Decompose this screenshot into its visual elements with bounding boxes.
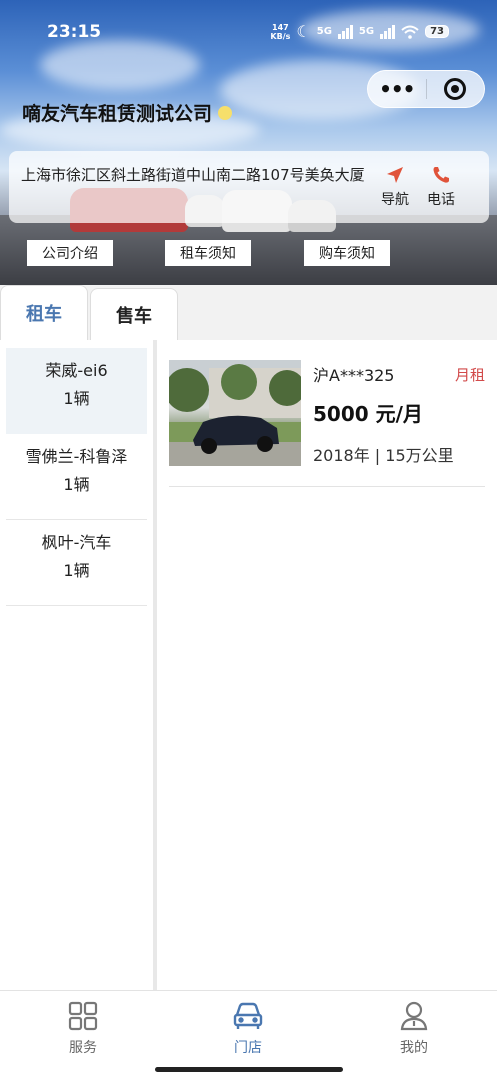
- category-name: 枫叶-汽车: [41, 533, 112, 552]
- category-count: 1辆: [63, 561, 90, 580]
- phone-button[interactable]: 电话: [421, 163, 461, 209]
- phone-label: 电话: [427, 192, 455, 208]
- status-dot: [218, 105, 233, 120]
- category-count: 1辆: [63, 389, 90, 408]
- vehicle-card[interactable]: 沪A***325 月租 5000 元/月 2018年 | 15万公里: [169, 360, 485, 487]
- navigation-button[interactable]: 导航: [375, 163, 415, 209]
- purchase-notice-button[interactable]: 购车须知: [304, 240, 390, 266]
- user-icon: [400, 1001, 428, 1031]
- nav-store[interactable]: 门店: [208, 999, 288, 1057]
- tab-bar: 租车 售车: [0, 285, 497, 340]
- sim2-label: 5G: [358, 26, 375, 37]
- network-speed: 147 KB/s: [270, 22, 291, 41]
- status-bar: 23:15 147 KB/s ☾ 5G 5G 73: [0, 0, 497, 66]
- vehicle-plate: 沪A***325: [313, 366, 395, 385]
- nav-service-label: 服务: [69, 1040, 97, 1056]
- nav-mine[interactable]: 我的: [374, 999, 454, 1057]
- category-name: 荣威-ei6: [45, 361, 108, 380]
- wifi-icon: [401, 25, 419, 39]
- navigation-arrow-icon: [387, 167, 403, 183]
- battery-indicator: 73: [425, 25, 449, 38]
- tab-sale[interactable]: 售车: [90, 288, 178, 340]
- store-address: 上海市徐汇区斜土路街道中山南二路107号美奂大厦: [21, 166, 365, 184]
- company-intro-button[interactable]: 公司介绍: [27, 240, 113, 266]
- sim1-label: 5G: [316, 26, 332, 37]
- more-icon[interactable]: •••: [368, 79, 426, 99]
- category-item[interactable]: 荣威-ei6 1辆: [6, 348, 147, 434]
- vehicle-list: 沪A***325 月租 5000 元/月 2018年 | 15万公里: [157, 340, 497, 990]
- category-item[interactable]: 枫叶-汽车 1辆: [6, 520, 147, 606]
- company-name: 嘀友汽车租赁测试公司: [22, 103, 213, 125]
- category-count: 1辆: [63, 475, 90, 494]
- close-miniprogram-button[interactable]: [426, 78, 484, 100]
- moon-icon: ☾: [296, 22, 311, 41]
- rent-type-badge: 月租: [454, 366, 485, 384]
- phone-icon: [433, 167, 449, 183]
- car-icon: [233, 1002, 263, 1029]
- category-item[interactable]: 雪佛兰-科鲁泽 1辆: [6, 434, 147, 520]
- miniprogram-capsule: •••: [367, 70, 485, 108]
- vehicle-meta: 2018年 | 15万公里: [313, 446, 454, 465]
- status-indicators: 147 KB/s ☾ 5G 5G 73: [270, 22, 449, 41]
- nav-service[interactable]: 服务: [43, 999, 123, 1057]
- nav-store-label: 门店: [234, 1040, 262, 1056]
- home-indicator: [155, 1067, 343, 1072]
- grid-icon: [68, 1001, 98, 1031]
- address-card: 上海市徐汇区斜土路街道中山南二路107号美奂大厦 导航 电话: [9, 151, 489, 223]
- vehicle-price: 5000 元/月: [313, 402, 423, 426]
- company-title: 嘀友汽车租赁测试公司: [22, 99, 233, 126]
- navigation-label: 导航: [381, 192, 409, 208]
- vehicle-photo: [169, 360, 301, 466]
- signal-icon: [337, 24, 353, 39]
- category-list: 荣威-ei6 1辆 雪佛兰-科鲁泽 1辆 枫叶-汽车 1辆: [0, 340, 153, 990]
- category-name: 雪佛兰-科鲁泽: [25, 447, 128, 466]
- tab-rent[interactable]: 租车: [0, 285, 88, 340]
- nav-mine-label: 我的: [400, 1040, 428, 1056]
- target-icon: [444, 78, 467, 100]
- status-time: 23:15: [47, 22, 102, 42]
- rental-notice-button[interactable]: 租车须知: [165, 240, 251, 266]
- signal-icon-2: [380, 24, 396, 39]
